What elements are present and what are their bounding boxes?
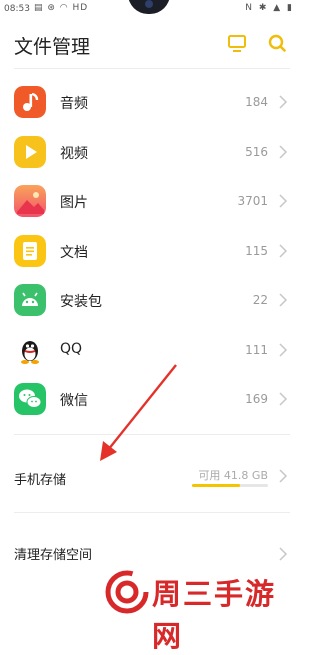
red-annotation-arrow <box>100 364 177 461</box>
watermark: 周三手游网 <box>104 566 300 653</box>
watermark-text: 周三手游网 <box>152 577 277 653</box>
watermark-logo-icon <box>105 570 149 614</box>
